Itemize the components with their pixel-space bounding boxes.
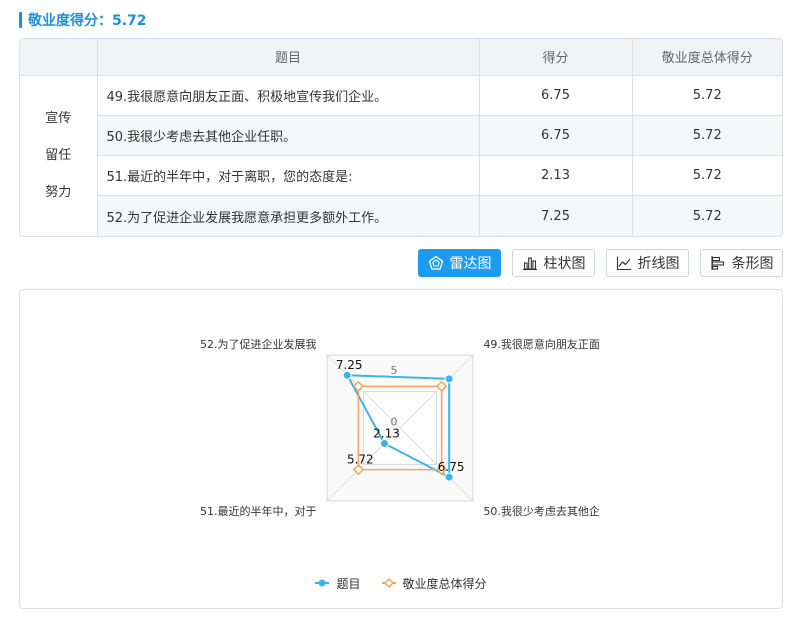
- tab-radar-chart[interactable]: 雷达图: [418, 249, 501, 277]
- radar-chart-icon: [428, 255, 443, 270]
- radar-chart: 49.我很愿意向朋友正面 50.我很少考虑去其他企 51.最近的半年中，对于 52.为…: [200, 337, 600, 518]
- question-cell: 52.为了促进企业发展我愿意承担更多额外工作。: [96, 195, 479, 236]
- tab-bar-chart[interactable]: 柱状图: [512, 249, 595, 277]
- dimension-group-label: 努力: [45, 185, 72, 201]
- page-title: 敬业度得分：5.72: [19, 11, 147, 29]
- radar-indicator-label: 51.最近的半年中，对于: [200, 504, 317, 518]
- tab-label: 折线图: [637, 256, 680, 272]
- question-column-header: 题目: [96, 39, 479, 76]
- title-accent-bar: [19, 12, 22, 28]
- tab-label: 条形图: [731, 256, 774, 272]
- question-score-point: [444, 374, 454, 384]
- tab-line-chart[interactable]: 折线图: [606, 249, 689, 277]
- dimension-group-cell: 宣传 留任 努力: [20, 75, 97, 236]
- question-score-value-label: 6.75: [438, 460, 465, 474]
- radar-indicator-label: 49.我很愿意向朋友正面: [483, 337, 600, 351]
- overall-score-cell: 5.72: [631, 75, 782, 116]
- title-value: 5.72: [112, 13, 147, 29]
- chart-legend: 题目 敬业度总体得分: [20, 575, 782, 591]
- engagement-score-title: 敬业度得分：5.72: [28, 10, 147, 30]
- chart-panel: 49.我很愿意向朋友正面 50.我很少考虑去其他企 51.最近的半年中，对于 52.为…: [19, 289, 783, 609]
- title-label: 敬业度得分：: [28, 13, 112, 29]
- legend-diamond-line-icon: [381, 578, 396, 588]
- question-cell: 51.最近的半年中，对于离职，您的态度是:: [96, 155, 479, 197]
- legend-item-overall-score[interactable]: 敬业度总体得分: [381, 575, 487, 592]
- overall-score-column-header: 敬业度总体得分: [631, 39, 782, 76]
- overall-score-cell: 5.72: [631, 115, 782, 157]
- question-score-point: [379, 439, 389, 449]
- dimension-group-label: 留任: [45, 148, 72, 164]
- table-row: 50.我很少考虑去其他企业任职。 6.75 5.72: [20, 115, 782, 157]
- tab-label: 柱状图: [543, 256, 586, 272]
- overall-score-cell: 5.72: [631, 195, 782, 236]
- bar-chart-icon: [522, 257, 537, 271]
- score-cell: 6.75: [478, 75, 632, 116]
- dimension-group-label: 宣传: [45, 111, 72, 127]
- question-cell: 50.我很少考虑去其他企业任职。: [96, 115, 479, 157]
- table-row: 51.最近的半年中，对于离职，您的态度是: 2.13 5.72: [20, 155, 782, 197]
- legend-circle-line-icon: [315, 579, 330, 587]
- radar-indicator-label: 52.为了促进企业发展我: [200, 337, 317, 351]
- table-header-row: 题目 得分 敬业度总体得分: [20, 39, 782, 76]
- horizontal-bar-chart-icon: [710, 256, 724, 270]
- tab-horizontal-bar-chart[interactable]: 条形图: [700, 249, 783, 277]
- overall-score-value-label: 5.72: [347, 453, 374, 467]
- score-cell: 7.25: [478, 195, 632, 236]
- tab-label: 雷达图: [449, 256, 492, 272]
- score-table-grid: 题目 得分 敬业度总体得分 宣传 留任 努力 49.我很愿意向朋友正面、积极地宣…: [20, 39, 782, 236]
- line-chart-icon: [616, 256, 631, 271]
- table-row: 宣传 留任 努力 49.我很愿意向朋友正面、积极地宣传我们企业。 6.75 5.…: [20, 75, 782, 236]
- score-table: 题目 得分 敬业度总体得分 宣传 留任 努力 49.我很愿意向朋友正面、积极地宣…: [19, 38, 783, 237]
- radar-tick-label: 5: [391, 364, 398, 377]
- overall-score-cell: 5.72: [631, 155, 782, 197]
- score-cell: 2.13: [478, 155, 632, 197]
- question-cell: 49.我很愿意向朋友正面、积极地宣传我们企业。: [96, 75, 479, 116]
- score-cell: 6.75: [478, 115, 632, 157]
- legend-label: 敬业度总体得分: [402, 576, 487, 591]
- radar-indicator-label: 50.我很少考虑去其他企: [483, 504, 600, 518]
- table-row: 52.为了促进企业发展我愿意承担更多额外工作。 7.25 5.72: [20, 195, 782, 236]
- question-score-point: [342, 370, 352, 380]
- group-column-header: [20, 39, 97, 76]
- question-score-value-label: 2.13: [373, 427, 400, 441]
- question-score-value-label: 7.25: [336, 358, 363, 372]
- legend-label: 题目: [336, 576, 361, 591]
- legend-item-question-score[interactable]: 题目: [315, 575, 361, 592]
- chart-type-tabs: 雷达图 柱状图 折线图 条形图: [418, 249, 783, 277]
- score-column-header: 得分: [478, 39, 632, 76]
- question-score-point: [444, 472, 454, 482]
